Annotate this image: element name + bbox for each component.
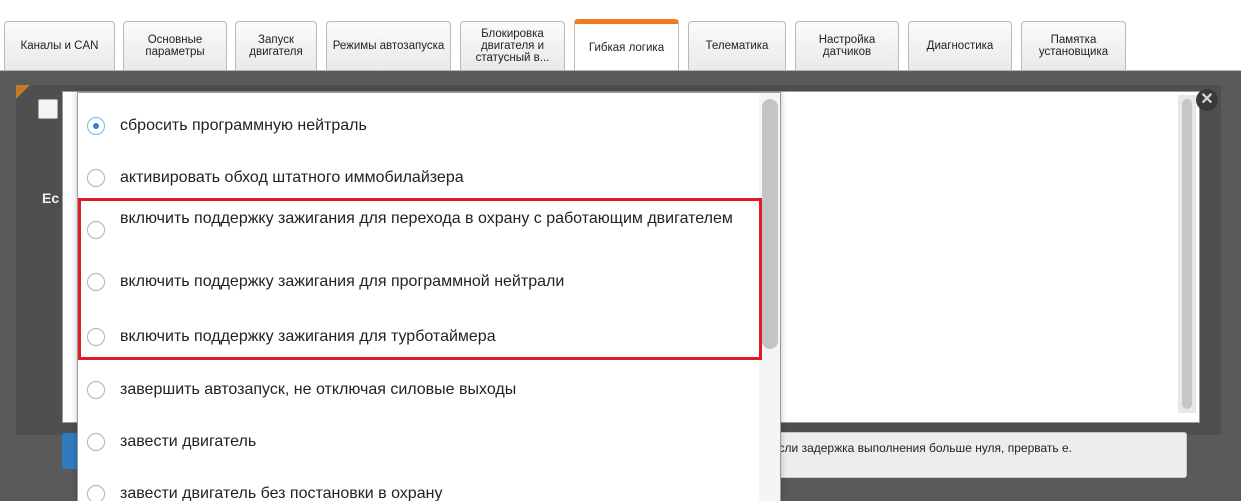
radio-icon[interactable] [87,169,105,187]
option-label: включить поддержку зажигания для програм… [120,273,565,290]
tab-installer-memo[interactable]: Памятка установщика [1021,21,1126,70]
option-label: завершить автозапуск, не отключая силовы… [120,381,517,398]
tab-engine-lock[interactable]: Блокировка двигателя и статусный в... [460,21,565,70]
option-ignition-turbotimer[interactable]: включить поддержку зажигания для турбота… [78,326,758,350]
info-hint: . Если задержка выполнения больше нуля, … [753,432,1187,478]
radio-icon[interactable] [87,433,105,451]
tab-label: Запуск двигателя [249,34,303,58]
tab-label: Памятка установщика [1038,34,1109,58]
panel-scrollbar-thumb[interactable] [1182,99,1192,409]
tab-label: Диагностика [926,40,994,52]
option-immobilizer-bypass[interactable]: активировать обход штатного иммобилайзер… [78,167,758,191]
tab-sensor-settings[interactable]: Настройка датчиков [795,21,899,70]
tab-label: Гибкая логика [588,41,665,54]
option-label: завести двигатель [120,433,257,450]
tab-diagnostics[interactable]: Диагностика [908,21,1012,70]
radio-icon[interactable] [87,485,105,501]
option-label: включить поддержку зажигания для переход… [120,210,733,227]
tab-autostart-modes[interactable]: Режимы автозапуска [326,21,451,70]
radio-icon[interactable] [87,381,105,399]
option-finish-autostart[interactable]: завершить автозапуск, не отключая силовы… [78,379,758,403]
option-label: завести двигатель без постановки в охран… [120,485,443,501]
radio-icon[interactable] [87,221,105,239]
tab-bar: Каналы и CAN Основные параметры Запуск д… [0,0,1241,71]
rule-label: Ес [42,190,60,206]
option-label: включить поддержку зажигания для турбота… [120,328,496,345]
dropdown-scrollbar-thumb[interactable] [762,99,778,349]
option-ignition-neutral[interactable]: включить поддержку зажигания для програм… [78,271,758,295]
tab-label: Настройка датчиков [818,34,876,58]
tab-label: Каналы и CAN [20,40,99,52]
close-icon[interactable]: ✕ [1196,89,1218,111]
tab-label: Блокировка двигателя и статусный в... [475,28,550,64]
action-dropdown-list[interactable]: сбросить программную нейтраль активирова… [77,92,781,501]
option-label: сбросить программную нейтраль [120,117,367,134]
tab-telematics[interactable]: Телематика [688,21,786,70]
blue-action-button[interactable] [62,433,78,469]
dropdown-scrollbar[interactable] [759,93,780,501]
tab-engine-start[interactable]: Запуск двигателя [235,21,317,70]
panel-scrollbar[interactable] [1178,95,1196,413]
tab-label: Основные параметры [145,34,205,58]
option-ignition-guard-running[interactable]: включить поддержку зажигания для переход… [78,209,758,251]
tab-flexible-logic[interactable]: Гибкая логика [574,19,679,71]
tab-channels-can[interactable]: Каналы и CAN [4,21,115,70]
tab-label: Режимы автозапуска [332,40,445,52]
option-label: активировать обход штатного иммобилайзер… [120,169,464,186]
tab-label: Телематика [705,40,769,52]
radio-icon[interactable] [87,273,105,291]
rule-checkbox[interactable] [38,99,58,119]
option-start-engine-no-guard[interactable]: завести двигатель без постановки в охран… [78,483,758,501]
option-reset-neutral[interactable]: сбросить программную нейтраль [78,115,758,139]
tab-basic-params[interactable]: Основные параметры [123,21,227,70]
panel-corner-marker [16,85,30,99]
radio-icon[interactable] [87,328,105,346]
radio-selected-icon[interactable] [87,117,105,135]
option-start-engine[interactable]: завести двигатель [78,431,758,455]
